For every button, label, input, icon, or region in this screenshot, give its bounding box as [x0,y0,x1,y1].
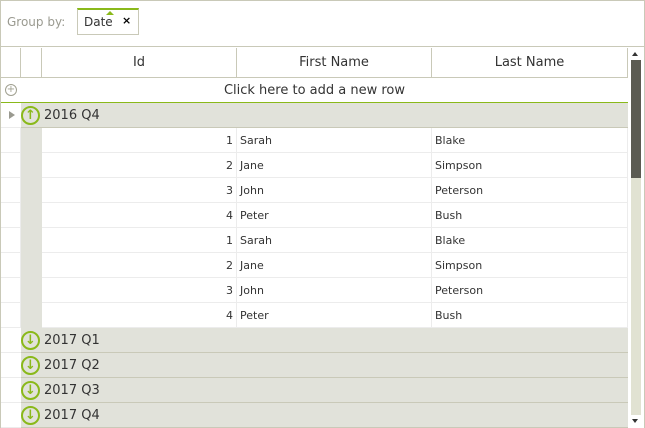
add-new-row-label: Click here to add a new row [223,83,406,98]
group-row[interactable]: ↓ 2017 Q4 [1,403,628,428]
row-indicator [1,303,21,328]
cell-last-name[interactable]: Blake [432,228,628,253]
indent-cell [21,128,42,154]
row-indicator [1,178,21,203]
cell-last-name[interactable]: Peterson [432,178,628,203]
cell-id[interactable]: 3 [42,178,237,203]
row-indicator [1,153,21,178]
cell-first-name[interactable]: Peter [237,303,432,328]
grid-view: Group by: Date × Id First Name Last Name… [0,0,645,428]
row-indicator [1,278,21,303]
group-row[interactable]: ↑ 2016 Q4 [1,103,628,128]
column-header-id[interactable]: Id [42,48,237,78]
table-row[interactable]: 2 Jane Simpson [1,253,628,279]
table-row[interactable]: 4 Peter Bush [1,303,628,329]
row-indicator [1,128,21,153]
group-title: 2017 Q1 [44,333,100,348]
indent-cell [21,203,42,229]
collapse-icon[interactable]: ↑ [21,106,40,125]
cell-last-name[interactable]: Simpson [432,153,628,178]
plus-icon: + [5,84,17,96]
row-indicator [1,228,21,253]
group-title: 2017 Q3 [44,383,100,398]
group-by-label: Group by: [7,15,66,29]
group-title: 2016 Q4 [44,108,100,123]
cell-first-name[interactable]: John [237,178,432,203]
indent-cell [21,178,42,204]
cell-first-name[interactable]: Jane [237,153,432,178]
scrollbar-thumb[interactable] [631,60,641,178]
row-indicator-header [1,48,21,78]
cell-id[interactable]: 1 [42,228,237,253]
cell-id[interactable]: 4 [42,203,237,228]
cell-last-name[interactable]: Blake [432,128,628,153]
group-row[interactable]: ↓ 2017 Q1 [1,328,628,353]
table-row[interactable]: 2 Jane Simpson [1,153,628,179]
row-indicator [1,103,21,128]
vertical-scrollbar[interactable] [628,48,644,428]
row-indicator [1,328,21,353]
row-indicator [1,253,21,278]
indent-cell [21,228,42,254]
cell-last-name[interactable]: Peterson [432,278,628,303]
expand-icon[interactable]: ↓ [21,331,40,350]
cell-first-name[interactable]: Peter [237,203,432,228]
column-header-last-name[interactable]: Last Name [432,48,628,78]
group-panel: Group by: Date × [1,1,644,47]
group-title: 2017 Q2 [44,358,100,373]
group-row[interactable]: ↓ 2017 Q2 [1,353,628,378]
scroll-up-icon[interactable] [632,52,638,56]
indent-cell [21,278,42,304]
group-chip-label: Date [84,15,113,29]
table-row[interactable]: 1 Sarah Blake [1,228,628,254]
cell-first-name[interactable]: John [237,278,432,303]
expand-icon[interactable]: ↓ [21,356,40,375]
table-row[interactable]: 3 John Peterson [1,278,628,304]
cell-id[interactable]: 1 [42,128,237,153]
cell-first-name[interactable]: Jane [237,253,432,278]
table-row[interactable]: 4 Peter Bush [1,203,628,229]
cell-first-name[interactable]: Sarah [237,128,432,153]
column-header-row: Id First Name Last Name [1,48,628,78]
add-new-row[interactable]: + Click here to add a new row [1,78,628,103]
cell-id[interactable]: 3 [42,278,237,303]
expand-icon[interactable]: ↓ [21,406,40,425]
indent-cell [21,303,42,329]
indent-cell [21,253,42,279]
cell-first-name[interactable]: Sarah [237,228,432,253]
close-icon[interactable]: × [122,14,131,27]
group-row[interactable]: ↓ 2017 Q3 [1,378,628,403]
column-header-first-name[interactable]: First Name [237,48,432,78]
cell-last-name[interactable]: Bush [432,303,628,328]
cell-last-name[interactable]: Bush [432,203,628,228]
cell-id[interactable]: 2 [42,253,237,278]
row-indicator [1,378,21,403]
group-chip-date[interactable]: Date × [77,8,139,35]
group-title: 2017 Q4 [44,408,100,423]
indent-cell [21,153,42,179]
expand-icon[interactable]: ↓ [21,381,40,400]
row-indicator [1,353,21,378]
row-indicator [1,203,21,228]
cell-id[interactable]: 2 [42,153,237,178]
current-row-icon [9,111,15,119]
row-indicator [1,403,21,428]
cell-id[interactable]: 4 [42,303,237,328]
indent-header [21,48,42,78]
table-row[interactable]: 1 Sarah Blake [1,128,628,154]
cell-last-name[interactable]: Simpson [432,253,628,278]
scroll-down-icon[interactable] [632,419,638,423]
table-row[interactable]: 3 John Peterson [1,178,628,204]
